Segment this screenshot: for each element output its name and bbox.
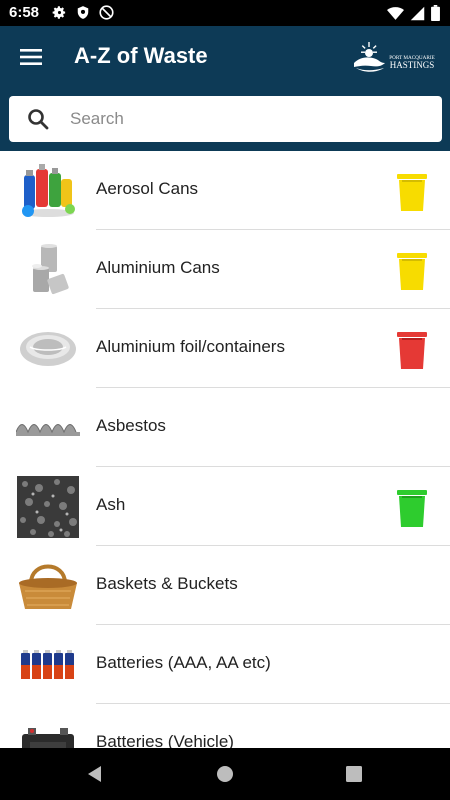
do-not-disturb-icon	[99, 5, 114, 20]
page-title: A-Z of Waste	[74, 43, 208, 68]
yellow-bin-icon	[397, 174, 427, 211]
basket-image	[15, 554, 81, 617]
list-item[interactable]: Aluminium foil/containers	[0, 309, 450, 388]
shield-icon	[77, 6, 89, 19]
settings-icon	[52, 6, 66, 19]
battery-icon	[431, 5, 440, 21]
waste-item-list: Aerosol Cans Aluminium Cans Aluminium fo…	[0, 151, 450, 748]
search-icon	[28, 109, 49, 130]
home-circle-icon	[217, 766, 233, 782]
list-item[interactable]: Asbestos	[0, 388, 450, 467]
list-item[interactable]: Aluminium Cans	[0, 230, 450, 309]
yellow-bin-icon	[397, 253, 427, 290]
recents-square-icon	[346, 766, 362, 782]
ash-image	[15, 475, 81, 538]
list-item[interactable]: Batteries (Vehicle)	[0, 704, 450, 748]
home-button[interactable]	[214, 763, 236, 785]
item-label: Batteries (AAA, AA etc)	[96, 653, 271, 672]
system-navigation-bar	[0, 748, 450, 800]
list-item[interactable]: Ash	[0, 467, 450, 546]
item-label: Baskets & Buckets	[96, 574, 238, 593]
recents-button[interactable]	[343, 763, 365, 785]
item-label: Aerosol Cans	[96, 179, 199, 198]
app-bar: A-Z of Waste PORT MACQUARIE HASTINGS	[0, 26, 450, 88]
aluminium-cans-image	[15, 238, 81, 301]
aluminium-foil-image	[15, 317, 81, 380]
item-label: Asbestos	[96, 416, 166, 435]
vehicle-battery-image	[15, 712, 81, 748]
item-label: Ash	[96, 495, 126, 514]
hamburger-menu-icon	[20, 49, 42, 65]
list-item[interactable]: Aerosol Cans	[0, 151, 450, 230]
asbestos-image	[15, 396, 81, 459]
item-label: Batteries (Vehicle)	[96, 732, 234, 748]
list-item[interactable]: Baskets & Buckets	[0, 546, 450, 625]
svg-text:HASTINGS: HASTINGS	[390, 60, 435, 70]
status-bar: 6:58	[0, 0, 450, 26]
aerosol-cans-image	[15, 159, 81, 222]
wifi-icon	[387, 6, 404, 20]
item-label: Aluminium Cans	[96, 258, 220, 277]
search-bar-container	[0, 88, 450, 151]
red-bin-icon	[397, 332, 427, 369]
menu-button[interactable]	[12, 38, 50, 76]
batteries-image	[15, 633, 81, 696]
back-triangle-icon	[88, 766, 101, 782]
green-bin-icon	[397, 490, 427, 527]
search-box[interactable]	[9, 96, 442, 142]
council-logo: PORT MACQUARIE HASTINGS	[354, 42, 435, 72]
item-label: Aluminium foil/containers	[96, 337, 285, 356]
back-button[interactable]	[84, 763, 106, 785]
signal-icon	[410, 6, 425, 20]
list-item[interactable]: Batteries (AAA, AA etc)	[0, 625, 450, 704]
search-input[interactable]	[70, 109, 400, 129]
status-time: 6:58	[9, 4, 40, 21]
